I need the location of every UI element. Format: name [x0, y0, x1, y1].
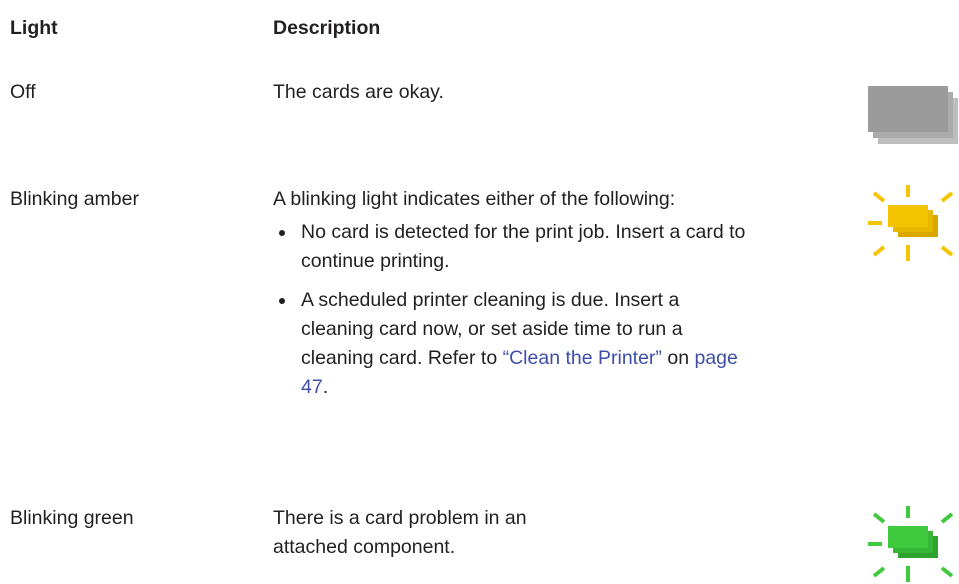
- list-item: A scheduled printer cleaning is due. Ins…: [273, 286, 753, 402]
- card-stack-blinking-amber-icon: [868, 185, 954, 261]
- card-stack-off-icon: [868, 86, 958, 144]
- description-off: The cards are okay.: [273, 81, 444, 103]
- description-blinking-green: There is a card problem in an attached c…: [273, 507, 527, 558]
- bullet-list: No card is detected for the print job. I…: [273, 218, 753, 402]
- light-blinking-amber: Blinking amber: [10, 188, 139, 210]
- bullet-icon: [279, 230, 285, 236]
- bullet-icon: [279, 298, 285, 304]
- description-intro: A blinking light indicates either of the…: [273, 188, 676, 210]
- light-off: Off: [10, 81, 36, 103]
- list-item: No card is detected for the print job. I…: [273, 218, 753, 276]
- light-blinking-green: Blinking green: [10, 507, 134, 529]
- header-light: Light: [10, 17, 58, 39]
- description-blinking-amber: A blinking light indicates either of the…: [273, 185, 753, 412]
- header-description: Description: [273, 17, 381, 39]
- link-clean-the-printer[interactable]: “Clean the Printer”: [503, 347, 662, 369]
- card-stack-blinking-green-icon: [868, 506, 954, 582]
